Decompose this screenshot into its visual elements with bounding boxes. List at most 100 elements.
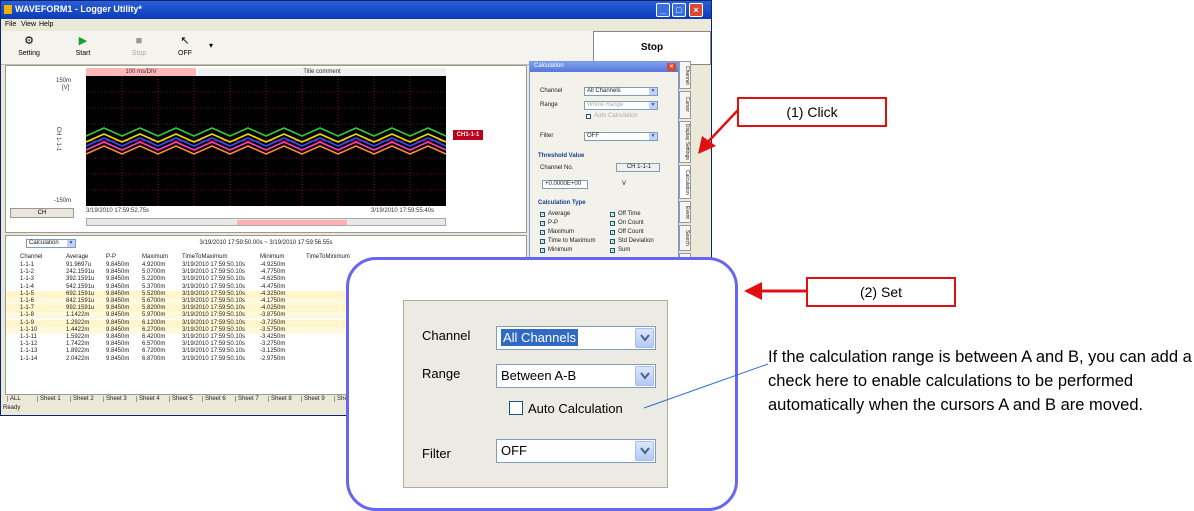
chevron-down-icon: ▼: [649, 88, 657, 95]
calc-type-checkbox[interactable]: ✓: [540, 239, 545, 245]
threshold-input[interactable]: +0.0000E+00: [542, 180, 588, 189]
y-axis-name: CH 1-1-1: [55, 126, 62, 152]
chevron-down-icon: ▼: [649, 133, 657, 140]
table-cell: 6.5700m: [142, 341, 166, 348]
calc-type-label: Average: [548, 211, 571, 217]
sheet-tab[interactable]: Sheet 6: [202, 396, 226, 402]
start-button[interactable]: ▶ Start: [59, 33, 107, 63]
table-cell: 392.1591u: [66, 276, 95, 283]
table-cell: -3.7250m: [260, 319, 286, 326]
menu-bar: File View Help: [1, 19, 711, 31]
table-cell: 9.8450m: [106, 290, 130, 297]
calc-filter-select[interactable]: OFF ▼: [584, 132, 658, 141]
table-cell: 9.8450m: [106, 276, 130, 283]
range-label: Range: [422, 366, 461, 381]
calc-type-checkbox[interactable]: ✓: [540, 230, 545, 236]
minimize-button[interactable]: _: [656, 3, 670, 17]
side-tab[interactable]: Channel: [679, 61, 691, 89]
calc-close-icon[interactable]: ×: [667, 63, 676, 71]
calc-type-checkbox[interactable]: ✓: [540, 248, 545, 254]
play-icon: ▶: [78, 35, 88, 47]
table-cell: -3.8750m: [260, 312, 286, 319]
col-channel: Channel: [20, 254, 43, 260]
table-cell: 3/19/2010 17:59:50.10s: [182, 334, 246, 340]
table-cell: 1-1-6: [20, 298, 35, 304]
table-cell: 3/19/2010 17:59:50.10s: [182, 269, 246, 276]
sheet-tab[interactable]: Sheet 2: [70, 396, 94, 402]
table-cell: 5.9700m: [142, 312, 166, 319]
chevron-down-icon: [635, 441, 654, 461]
calc-type-label: Minimum: [548, 247, 573, 253]
threshold-unit: V: [622, 181, 627, 187]
side-tab[interactable]: Search: [679, 225, 691, 251]
side-tab[interactable]: Calculation: [679, 165, 691, 199]
table-cell: -4.9250m: [260, 262, 286, 268]
click-callout: (1) Click: [737, 97, 887, 127]
calc-type-checkbox[interactable]: ✓: [610, 212, 615, 218]
zoomed-settings: Channel All Channels Range Between A-B A…: [403, 300, 668, 488]
calc-type-checkbox[interactable]: ✓: [540, 221, 545, 227]
sheet-tab[interactable]: Sheet 3: [103, 396, 127, 402]
y-axis-bottom: -150m: [54, 198, 72, 204]
horizontal-scrollbar[interactable]: [86, 218, 446, 226]
calc-type-checkbox[interactable]: ✓: [610, 230, 615, 236]
table-cell: 1.2922m: [66, 319, 90, 326]
table-cell: 1.7422m: [66, 341, 90, 348]
calc-type-label: Maximum: [548, 229, 575, 235]
stop-toolbar-button[interactable]: ■ Stop: [115, 33, 163, 63]
scroll-thumb[interactable]: [237, 220, 347, 225]
col-average: Average: [66, 254, 89, 260]
auto-calculation-checkbox[interactable]: [509, 401, 523, 415]
cursor-off-button[interactable]: ↖ OFF: [161, 33, 209, 63]
table-cell: 6.4200m: [142, 334, 166, 340]
table-cell: 692.1591u: [66, 290, 95, 297]
calc-type-checkbox[interactable]: ✓: [540, 212, 545, 218]
menu-view[interactable]: View: [21, 21, 36, 28]
waveform-scope[interactable]: [85, 76, 447, 206]
setting-button[interactable]: ⚙ Setting: [5, 33, 53, 63]
calc-auto-checkbox[interactable]: [586, 114, 591, 119]
table-cell: 1-1-10: [20, 326, 38, 333]
y-axis-unit: [V]: [62, 85, 70, 91]
table-cell: 3/19/2010 17:59:50.10s: [182, 319, 246, 326]
menu-file[interactable]: File: [5, 21, 16, 28]
side-tab[interactable]: Display Settings: [679, 121, 691, 163]
filter-select[interactable]: OFF: [496, 439, 656, 463]
table-cell: 1-1-8: [20, 312, 35, 319]
stop-status-button[interactable]: Stop: [593, 31, 711, 65]
sheet-tab[interactable]: Sheet 1: [37, 396, 61, 402]
sheet-tab[interactable]: Sheet 7: [235, 396, 259, 402]
side-tab[interactable]: Cursor: [679, 91, 691, 119]
close-button[interactable]: ×: [689, 3, 703, 17]
range-select[interactable]: Between A-B: [496, 364, 656, 388]
side-tab[interactable]: Event: [679, 201, 691, 223]
menu-help[interactable]: Help: [39, 21, 53, 28]
calculation-panel: Calculation × Channel All Channels ▼ Rang…: [529, 61, 679, 273]
table-cell: -3.4250m: [260, 334, 286, 340]
table-cell: 1-1-5: [20, 290, 35, 297]
channel-select[interactable]: All Channels: [496, 326, 656, 350]
calc-range-select[interactable]: Whole Range ▼: [584, 101, 658, 110]
table-cell: -3.1250m: [260, 348, 286, 355]
calc-type-checkbox[interactable]: ✓: [610, 248, 615, 254]
sheet-tab[interactable]: ALL: [7, 396, 21, 402]
table-cell: -3.5750m: [260, 326, 286, 333]
table-cell: 9.8450m: [106, 341, 130, 348]
calc-type-checkbox[interactable]: ✓: [610, 239, 615, 245]
calc-channel-select[interactable]: All Channels ▼: [584, 87, 658, 96]
channel-button[interactable]: CH: [10, 208, 74, 218]
sheet-tab[interactable]: Sheet 8: [268, 396, 292, 402]
table-cell: 1.8922m: [66, 348, 90, 355]
sheet-tab[interactable]: Sheet 4: [136, 396, 160, 402]
window-title: WAVEFORM1 - Logger Utility*: [15, 4, 142, 14]
table-cell: 1-1-12: [20, 341, 38, 348]
channel-marker[interactable]: CH1-1-1: [453, 130, 483, 140]
table-cell: -4.3250m: [260, 290, 286, 297]
channel-no-button[interactable]: CH 1-1-1: [616, 163, 660, 172]
dropdown-arrow-icon[interactable]: ▾: [209, 41, 213, 50]
sheet-tab[interactable]: Sheet 9: [301, 396, 325, 402]
calc-type-checkbox[interactable]: ✓: [610, 221, 615, 227]
sheet-tab[interactable]: Sheet 5: [169, 396, 193, 402]
maximize-button[interactable]: □: [672, 3, 686, 17]
table-cell: 6.1200m: [142, 319, 166, 326]
